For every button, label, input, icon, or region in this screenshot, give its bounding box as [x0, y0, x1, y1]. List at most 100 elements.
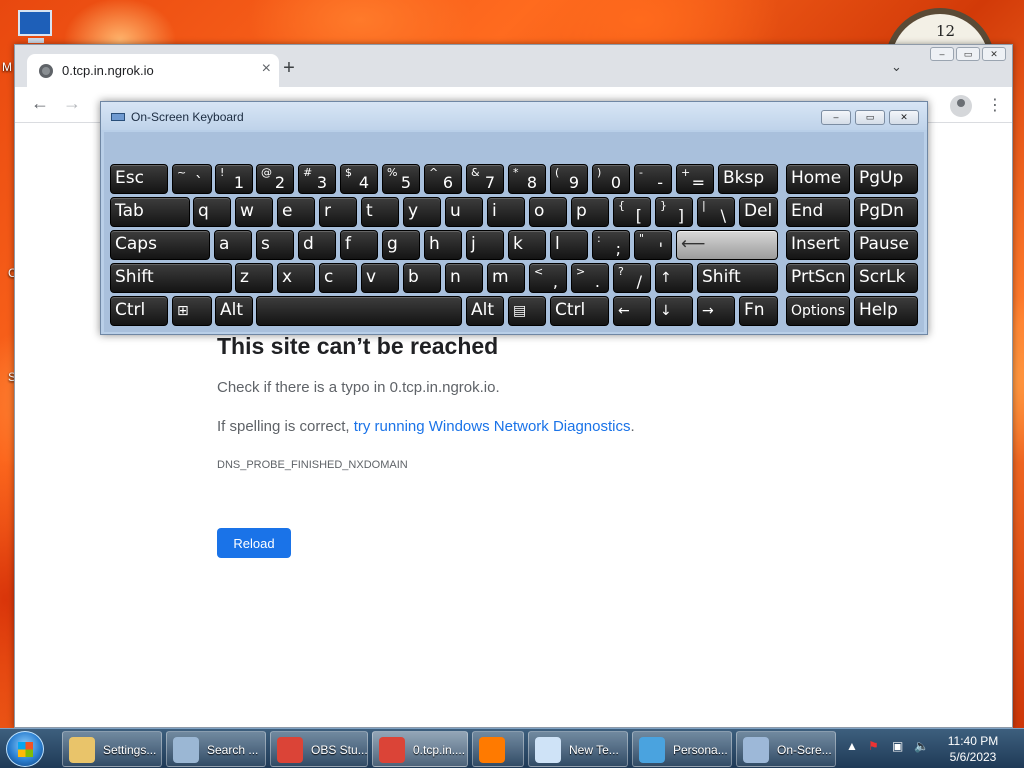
osk-key[interactable]: ↑ — [655, 263, 693, 293]
osk-key[interactable]: c — [319, 263, 357, 293]
osk-key[interactable]: ? / — [613, 263, 651, 293]
osk-key[interactable]: ! 1 — [215, 164, 253, 194]
osk-key[interactable]: g — [382, 230, 420, 260]
osk-key[interactable]: :; — [592, 230, 630, 260]
osk-key[interactable]: PgUp — [854, 164, 918, 194]
osk-key[interactable]: h — [424, 230, 462, 260]
osk-minimize-button[interactable]: – — [821, 110, 851, 125]
osk-key[interactable]: x — [277, 263, 315, 293]
osk-key[interactable]: Caps — [110, 230, 210, 260]
taskbar-button[interactable]: OBS Stu... — [270, 731, 368, 767]
taskbar-clock[interactable]: 11:40 PM 5/6/2023 — [938, 733, 1008, 765]
close-button[interactable]: ✕ — [982, 47, 1006, 61]
osk-key[interactable]: -- — [634, 164, 672, 194]
tab-close-button[interactable]: × — [262, 60, 271, 78]
osk-key[interactable]: b — [403, 263, 441, 293]
osk-key[interactable]: n — [445, 263, 483, 293]
osk-titlebar[interactable]: On-Screen Keyboard – ▭ ✕ — [101, 102, 927, 130]
action-center-icon[interactable]: ⚑ — [868, 739, 879, 753]
osk-key[interactable]: <, — [529, 263, 567, 293]
taskbar-button[interactable]: Search ... — [166, 731, 266, 767]
osk-key[interactable] — [256, 296, 462, 326]
osk-key[interactable]: d — [298, 230, 336, 260]
osk-key[interactable]: End — [786, 197, 850, 227]
osk-key[interactable]: Alt — [215, 296, 253, 326]
osk-key[interactable]: v — [361, 263, 399, 293]
osk-key[interactable]: }] — [655, 197, 693, 227]
osk-key[interactable]: p — [571, 197, 609, 227]
forward-button[interactable]: → — [63, 93, 81, 114]
osk-key[interactable]: → — [697, 296, 735, 326]
osk-key[interactable]: $4 — [340, 164, 378, 194]
osk-close-button[interactable]: ✕ — [889, 110, 919, 125]
osk-key[interactable]: ^ 6 — [424, 164, 462, 194]
taskbar-button[interactable]: On-Scre... — [736, 731, 836, 767]
back-button[interactable]: ← — [31, 93, 49, 114]
osk-key[interactable]: k — [508, 230, 546, 260]
osk-key[interactable]: Del — [739, 197, 778, 227]
osk-key[interactable]: u — [445, 197, 483, 227]
osk-key[interactable]: ← — [613, 296, 651, 326]
osk-key[interactable]: m — [487, 263, 525, 293]
osk-key[interactable]: ⟵ — [676, 230, 778, 260]
tab-search-button[interactable]: ⌄ — [891, 59, 902, 75]
osk-key[interactable]: % 5 — [382, 164, 420, 194]
network-diagnostics-link[interactable]: try running Windows Network Diagnostics — [354, 418, 631, 435]
osk-key[interactable]: Bksp — [718, 164, 778, 194]
computer-desktop-icon[interactable] — [10, 8, 60, 44]
taskbar-button[interactable]: 0.tcp.in.... — [372, 731, 468, 767]
osk-key[interactable]: | \ — [697, 197, 735, 227]
osk-key[interactable]: Tab — [110, 197, 190, 227]
osk-key[interactable]: Home — [786, 164, 850, 194]
network-icon[interactable]: ▣ — [892, 739, 903, 753]
maximize-button[interactable]: ▭ — [956, 47, 980, 61]
taskbar-button[interactable]: Persona... — [632, 731, 732, 767]
osk-key[interactable]: (9 — [550, 164, 588, 194]
osk-key[interactable]: j — [466, 230, 504, 260]
osk-key[interactable]: ScrLk — [854, 263, 918, 293]
osk-key[interactable]: Insert — [786, 230, 850, 260]
start-button[interactable] — [6, 731, 44, 767]
volume-icon[interactable]: 🔈 — [914, 739, 929, 753]
osk-key[interactable]: & 7 — [466, 164, 504, 194]
osk-key[interactable]: Ctrl — [110, 296, 168, 326]
osk-key[interactable]: * 8 — [508, 164, 546, 194]
osk-key[interactable]: e — [277, 197, 315, 227]
reload-button[interactable]: Reload — [217, 528, 291, 558]
osk-key[interactable]: @2 — [256, 164, 294, 194]
osk-key[interactable]: " ' — [634, 230, 672, 260]
menu-button[interactable]: ⋮ — [987, 95, 1003, 115]
osk-key[interactable]: t — [361, 197, 399, 227]
osk-key[interactable]: ↓ — [655, 296, 693, 326]
osk-key[interactable]: l — [550, 230, 588, 260]
osk-key[interactable]: Ctrl — [550, 296, 609, 326]
osk-key[interactable]: r — [319, 197, 357, 227]
osk-key[interactable]: {[ — [613, 197, 651, 227]
minimize-button[interactable]: – — [930, 47, 954, 61]
osk-key[interactable]: q — [193, 197, 231, 227]
osk-maximize-button[interactable]: ▭ — [855, 110, 885, 125]
osk-key[interactable]: f — [340, 230, 378, 260]
osk-key[interactable]: o — [529, 197, 567, 227]
osk-key[interactable]: ) 0 — [592, 164, 630, 194]
osk-key[interactable]: PrtScn — [786, 263, 850, 293]
osk-key[interactable]: Help — [854, 296, 918, 326]
taskbar-button[interactable]: New Te... — [528, 731, 628, 767]
osk-key[interactable]: ▤ — [508, 296, 546, 326]
osk-key[interactable]: Shift — [697, 263, 778, 293]
osk-key[interactable]: + = — [676, 164, 714, 194]
osk-key[interactable]: a — [214, 230, 252, 260]
osk-key[interactable]: #3 — [298, 164, 336, 194]
osk-key[interactable]: Shift — [110, 263, 232, 293]
osk-key[interactable]: i — [487, 197, 525, 227]
profile-avatar[interactable] — [950, 95, 972, 117]
osk-key[interactable]: w — [235, 197, 273, 227]
osk-key[interactable]: Options — [786, 296, 850, 326]
browser-tab[interactable]: 0.tcp.in.ngrok.io × — [27, 54, 279, 87]
osk-key[interactable]: y — [403, 197, 441, 227]
osk-key[interactable]: s — [256, 230, 294, 260]
osk-key[interactable]: Alt — [466, 296, 504, 326]
osk-key[interactable]: >. — [571, 263, 609, 293]
taskbar-button[interactable]: Settings... — [62, 731, 162, 767]
osk-key[interactable]: Esc — [110, 164, 168, 194]
